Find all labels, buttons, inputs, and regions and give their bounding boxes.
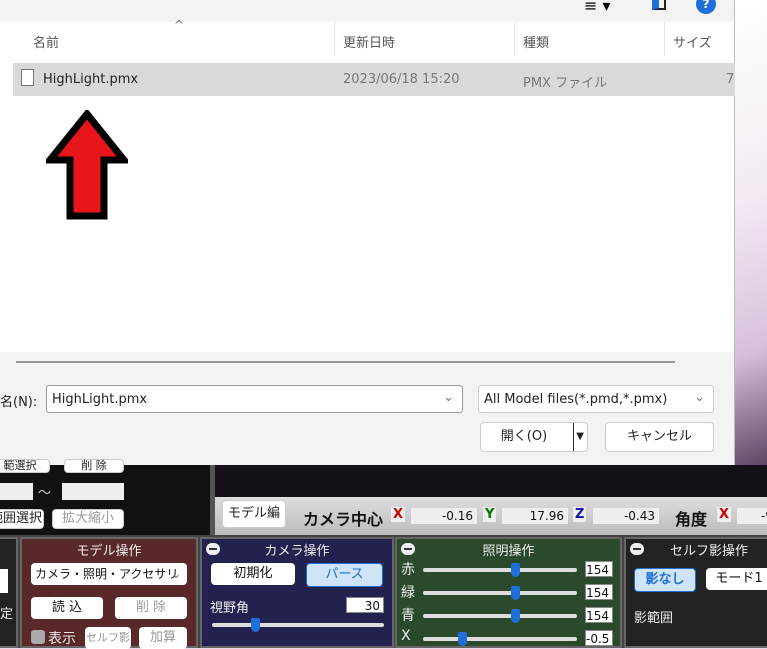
help-icon[interactable]: ? [696, 0, 716, 14]
slider-thumb[interactable] [511, 563, 521, 577]
y-axis-icon: Y [483, 507, 497, 522]
fov-input[interactable]: 30 [346, 597, 384, 613]
mode1-button[interactable]: モード1 [706, 568, 767, 590]
light-value-input[interactable]: 154 [585, 607, 613, 623]
range-select-button[interactable]: 範囲選択 [0, 509, 44, 529]
scale-button[interactable]: 拡大縮小 [52, 509, 124, 529]
model-panel-title: モデル操作 [76, 544, 142, 559]
file-size: 7 [726, 72, 735, 87]
preview-pane-icon[interactable] [652, 0, 666, 10]
sort-up-icon: ^ [174, 18, 185, 32]
frame-select-area: 範選択 削 除 〜 範囲選択 拡大縮小 [0, 459, 210, 535]
light-row-label: X [401, 628, 411, 644]
self-shadow-button[interactable]: セルフ影 [85, 627, 131, 649]
self-shadow-title: セルフ影操作 [669, 544, 748, 559]
scrollbar[interactable] [16, 361, 675, 363]
light-slider[interactable] [423, 586, 577, 600]
filename-input[interactable]: HighLight.pmx ⌄ [46, 385, 463, 413]
camera-y-field[interactable]: 17.96 [502, 508, 568, 524]
model-select[interactable]: カメラ・照明・アクセサリ ⌄ [31, 563, 187, 585]
filename-value: HighLight.pmx [52, 392, 148, 407]
add-blend-button[interactable]: 加算 [139, 627, 187, 649]
chevron-down-icon: ⌄ [694, 390, 705, 405]
up-arrow-annotation-icon [46, 110, 128, 220]
light-row-label: 赤 [401, 562, 415, 578]
viewport[interactable] [215, 465, 767, 497]
file-icon [21, 69, 34, 86]
light-slider[interactable] [423, 609, 577, 623]
light-slider[interactable] [423, 563, 577, 577]
slider-thumb[interactable] [511, 586, 521, 600]
shadow-range-label: 影範囲 [634, 611, 674, 626]
filter-value: All Model files(*.pmd,*.pmx) [484, 392, 668, 407]
camera-info-bar: モデル編 カメラ中心 X -0.16 Y 17.96 Z -0.43 角度 X … [215, 497, 767, 537]
model-select-value: カメラ・照明・アクセサリ [35, 567, 179, 581]
light-row-label: 青 [401, 608, 415, 624]
cancel-button[interactable]: キャンセル [605, 422, 714, 452]
fov-slider[interactable] [212, 618, 384, 632]
light-value-input[interactable]: -0.5 [585, 630, 613, 646]
slider-thumb[interactable] [511, 609, 521, 623]
show-label: 表示 [48, 631, 76, 647]
column-header-modified[interactable]: 更新日時 [343, 32, 395, 51]
filename-label: 名(N): [0, 395, 38, 410]
dropdown-arrow-icon[interactable]: ▼ [573, 423, 584, 451]
camera-panel: カメラ操作 初期化 パース 視野角 30 [200, 537, 394, 648]
left-strip-panel: 定 [0, 537, 18, 648]
frame-to-input[interactable] [62, 483, 124, 500]
fov-label: 視野角 [210, 601, 250, 616]
slider-thumb[interactable] [457, 632, 467, 646]
model-edit-button[interactable]: モデル編 [222, 500, 286, 528]
column-header-size[interactable]: サイズ [673, 32, 712, 51]
angle-x-field[interactable]: -9 [737, 508, 767, 524]
range-select-top-button[interactable]: 範選択 [0, 459, 50, 473]
light-value-input[interactable]: 154 [585, 561, 613, 577]
angle-label: 角度 [675, 510, 708, 529]
delete-button[interactable]: 削 除 [115, 597, 187, 619]
light-panel: 照明操作 赤 154 緑 154 青 154 X -0.5 [395, 537, 622, 648]
column-header-type[interactable]: 種類 [523, 32, 549, 51]
x-axis-icon: X [391, 507, 406, 522]
no-shadow-button[interactable]: 影なし [634, 568, 696, 592]
file-modified: 2023/06/18 15:20 [343, 72, 460, 87]
load-button[interactable]: 読 込 [31, 597, 103, 619]
camera-panel-title: カメラ操作 [264, 544, 330, 559]
x-axis-icon: X [717, 507, 732, 522]
light-slider[interactable] [423, 632, 577, 646]
model-panel: モデル操作 カメラ・照明・アクセサリ ⌄ 読 込 削 除 表示 セルフ影 加算 [20, 537, 198, 649]
frame-from-input[interactable] [0, 483, 33, 500]
slider-thumb[interactable] [251, 618, 260, 632]
z-axis-icon: Z [573, 507, 587, 522]
open-button[interactable]: 開く(O) ▼ [480, 422, 588, 452]
init-button[interactable]: 初期化 [211, 563, 295, 585]
light-row-label: 緑 [401, 585, 415, 601]
file-type-filter[interactable]: All Model files(*.pmd,*.pmx) ⌄ [478, 385, 714, 413]
background-artwork [735, 0, 767, 500]
perspective-button[interactable]: パース [306, 563, 383, 587]
column-header-name[interactable]: 名前 [33, 32, 59, 51]
tilde-label: 〜 [38, 486, 52, 501]
light-value-input[interactable]: 154 [585, 584, 613, 600]
chevron-down-icon: ⌄ [170, 567, 181, 581]
camera-z-field[interactable]: -0.43 [593, 508, 659, 524]
left-strip-label: 定 [0, 607, 14, 622]
file-name[interactable]: HighLight.pmx [43, 72, 138, 87]
self-shadow-panel: セルフ影操作 影なし モード1 影範囲 [624, 537, 767, 648]
camera-center-label: カメラ中心 [303, 510, 384, 529]
show-checkbox[interactable] [31, 630, 45, 644]
chevron-down-icon[interactable]: ⌄ [443, 390, 454, 405]
camera-x-field[interactable]: -0.16 [411, 508, 477, 524]
file-type: PMX ファイル [523, 76, 608, 91]
delete-top-button[interactable]: 削 除 [64, 459, 124, 473]
light-panel-title: 照明操作 [482, 544, 535, 559]
file-open-dialog: ≡ ▾ ? ^ 名前 更新日時 種類 サイズ HighLight.pmx 202… [0, 0, 735, 465]
view-menu-icon[interactable]: ≡ ▾ [584, 0, 611, 15]
open-label: 開く(O) [500, 429, 548, 444]
